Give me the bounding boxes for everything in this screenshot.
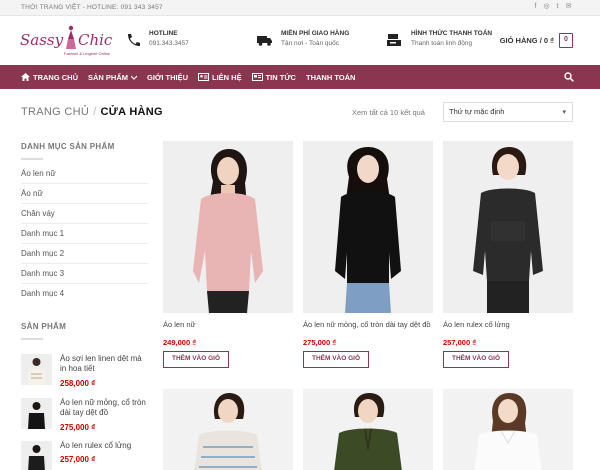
product-thumbnail bbox=[21, 441, 52, 470]
chevron-down-icon bbox=[131, 75, 138, 80]
shipping-subtitle: Tận nơi - Toàn quốc bbox=[281, 40, 339, 47]
truck-icon bbox=[257, 36, 272, 46]
add-to-cart-button[interactable]: THÊM VÀO GIỎ bbox=[443, 351, 510, 368]
product-thumbnail bbox=[21, 398, 52, 429]
products-heading-text: SẢN PHẨM bbox=[21, 322, 67, 331]
top-bar-text: THỜI TRANG VIỆT - HOTLINE: 091 343 3457 bbox=[21, 4, 163, 11]
nav-label: LIÊN HỆ bbox=[212, 72, 242, 82]
product-price: 249,000 ₫ bbox=[163, 338, 197, 347]
product-name[interactable]: Áo len nữ bbox=[163, 320, 196, 329]
newspaper-icon bbox=[251, 73, 263, 81]
category-item[interactable]: Danh mục 4 bbox=[21, 284, 148, 304]
top-bar: THỜI TRANG VIỆT - HOTLINE: 091 343 3457 … bbox=[0, 0, 600, 16]
products-heading: SẢN PHẨM bbox=[21, 322, 66, 340]
product-image[interactable] bbox=[303, 389, 433, 470]
product-price: 275,000 ₫ bbox=[303, 338, 337, 347]
categories-heading: DANH MỤC SẢN PHẨM bbox=[21, 142, 115, 160]
breadcrumb-separator: / bbox=[93, 106, 97, 118]
search-icon[interactable] bbox=[564, 72, 574, 82]
product-price: 257,000 ₫ bbox=[443, 338, 477, 347]
product-image[interactable] bbox=[163, 389, 293, 470]
nav-item-home[interactable]: TRANG CHỦ bbox=[21, 73, 78, 82]
nav-item-contact[interactable]: LIÊN HỆ bbox=[198, 73, 242, 82]
hotline-title: HOTLINE bbox=[149, 30, 178, 37]
logo-tagline: Fashion & Lingerie Online bbox=[64, 51, 111, 56]
breadcrumb-home[interactable]: TRANG CHỦ bbox=[21, 106, 89, 118]
nav-label: GIỚI THIỆU bbox=[147, 72, 188, 82]
cart-count: 0 bbox=[559, 33, 573, 48]
categories-heading-text: DANH MỤC SẢN PHẨM bbox=[21, 142, 115, 151]
product-name[interactable]: Áo len rulex cổ lửng bbox=[443, 320, 510, 329]
category-item[interactable]: Danh mục 1 bbox=[21, 224, 148, 244]
sidebar-product-name: Áo len rulex cổ lửng bbox=[60, 441, 132, 450]
add-to-cart-button[interactable]: THÊM VÀO GIỎ bbox=[303, 351, 370, 368]
category-item[interactable]: Áo len nữ bbox=[21, 164, 148, 184]
site-header: Sassy Chic Fashion & Lingerie Online HOT… bbox=[0, 16, 600, 65]
cart-button[interactable]: GIỎ HÀNG / 0 ₫ 0 bbox=[500, 33, 573, 48]
product-image[interactable] bbox=[443, 389, 573, 470]
heading-divider bbox=[21, 338, 43, 340]
contact-card-icon bbox=[198, 73, 209, 81]
site-logo[interactable]: Sassy Chic Fashion & Lingerie Online bbox=[20, 25, 113, 61]
logo-text-right: Chic bbox=[78, 31, 113, 49]
category-item[interactable]: Chân váy bbox=[21, 204, 148, 224]
facebook-icon[interactable]: f bbox=[532, 3, 539, 11]
result-count: Xem tất cả 10 kết quả bbox=[352, 108, 425, 117]
main-nav: TRANG CHỦ SẢN PHẨM GIỚI THIỆU LIÊN HỆ TI… bbox=[0, 65, 600, 89]
category-item[interactable]: Danh mục 2 bbox=[21, 244, 148, 264]
payment-subtitle: Thanh toán linh động bbox=[411, 40, 473, 47]
nav-item-news[interactable]: TIN TỨC bbox=[251, 72, 296, 82]
heading-divider bbox=[21, 158, 43, 160]
breadcrumb: TRANG CHỦ / CỬA HÀNG bbox=[21, 106, 163, 118]
sidebar-product-price: 275,000 ₫ bbox=[60, 423, 96, 432]
product-image[interactable] bbox=[163, 141, 293, 313]
sidebar-product-price: 257,000 ₫ bbox=[60, 455, 96, 464]
email-icon[interactable]: ✉ bbox=[565, 3, 572, 11]
sort-select[interactable]: Thứ tự mặc định ▾ bbox=[443, 102, 573, 122]
nav-item-about[interactable]: GIỚI THIỆU bbox=[147, 73, 188, 82]
category-list: Áo len nữ Áo nữ Chân váy Danh mục 1 Danh… bbox=[21, 164, 148, 304]
cart-label: GIỎ HÀNG / 0 ₫ bbox=[499, 36, 554, 45]
payment-title: HÌNH THỨC THANH TOÁN bbox=[411, 30, 493, 37]
breadcrumb-current: CỬA HÀNG bbox=[100, 106, 163, 118]
social-links: f ◎ t ✉ bbox=[532, 3, 572, 11]
home-icon bbox=[21, 73, 30, 81]
cash-register-icon bbox=[387, 34, 401, 46]
nav-label: TIN TỨC bbox=[265, 72, 296, 82]
nav-label: THANH TOÁN bbox=[305, 72, 356, 82]
category-item[interactable]: Danh mục 3 bbox=[21, 264, 148, 284]
chevron-down-icon: ▾ bbox=[562, 109, 566, 116]
add-to-cart-button[interactable]: THÊM VÀO GIỎ bbox=[163, 351, 230, 368]
logo-figure-icon bbox=[66, 25, 76, 49]
product-name[interactable]: Áo len nữ mỏng, cổ tròn dài tay dệt đồ bbox=[303, 320, 431, 329]
nav-label: TRANG CHỦ bbox=[33, 72, 78, 82]
sort-selected: Thứ tự mặc định bbox=[449, 107, 505, 116]
instagram-icon[interactable]: ◎ bbox=[543, 3, 550, 11]
sidebar-product[interactable]: Áo sợi len linen dệt mà in hoa tiết 258,… bbox=[21, 354, 148, 396]
shipping-title: MIỄN PHÍ GIAO HÀNG bbox=[281, 30, 350, 37]
sidebar-product-price: 258,000 ₫ bbox=[60, 379, 96, 388]
sidebar-product-name: Áo sợi len linen dệt mà in hoa tiết bbox=[60, 354, 142, 373]
sidebar-product-name: Áo len nữ mỏng, cổ tròn dài tay dệt đồ bbox=[60, 398, 146, 417]
product-thumbnail bbox=[21, 354, 52, 385]
nav-item-payment[interactable]: THANH TOÁN bbox=[306, 73, 355, 82]
product-image[interactable] bbox=[443, 141, 573, 313]
category-item[interactable]: Áo nữ bbox=[21, 184, 148, 204]
phone-icon bbox=[128, 34, 140, 46]
logo-text-left: Sassy bbox=[20, 31, 64, 49]
hotline-value: 091.343.3457 bbox=[149, 40, 189, 47]
twitter-icon[interactable]: t bbox=[554, 3, 561, 11]
product-image[interactable] bbox=[303, 141, 433, 313]
nav-item-products[interactable]: SẢN PHẨM bbox=[88, 72, 138, 82]
sidebar-product[interactable]: Áo len nữ mỏng, cổ tròn dài tay dệt đồ 2… bbox=[21, 398, 148, 440]
nav-label: SẢN PHẨM bbox=[88, 72, 129, 82]
sidebar-product[interactable]: Áo len rulex cổ lửng 257,000 ₫ bbox=[21, 441, 148, 470]
